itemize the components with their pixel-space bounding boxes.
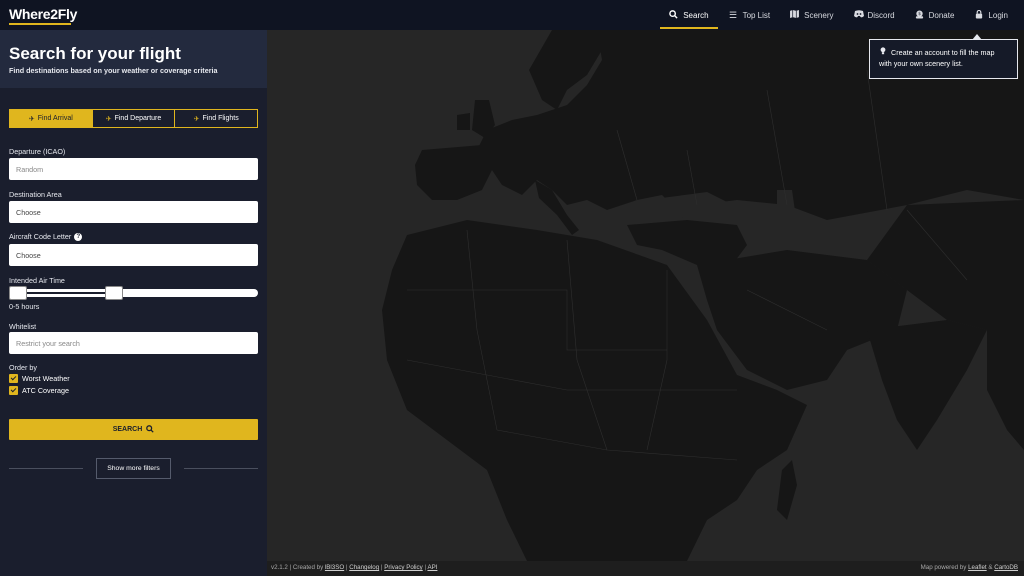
aircraft-select[interactable]: Choose — [9, 244, 258, 266]
nav-discord-label: Discord — [867, 10, 895, 20]
account-tooltip: Create an account to fill the map with y… — [869, 34, 1018, 79]
nav-scenery[interactable]: Scenery — [780, 0, 843, 30]
divider-left — [9, 468, 83, 469]
departure-input[interactable]: Random — [9, 158, 258, 180]
order-worst-weather[interactable]: Worst Weather — [9, 374, 70, 383]
help-icon[interactable]: ? — [74, 233, 83, 242]
aircraft-label-text: Aircraft Code Letter — [9, 232, 72, 241]
plane-arrival-icon: ✈ — [28, 115, 35, 123]
logo[interactable]: Where2Fly — [9, 6, 77, 22]
nav-donate-label: Donate — [928, 10, 955, 20]
tab-find-departure-label: Find Departure — [114, 115, 162, 122]
whitelist-label: Whitelist — [9, 322, 37, 331]
map-canvas[interactable] — [267, 30, 1024, 561]
tooltip-text: Create an account to fill the map with y… — [879, 48, 995, 68]
footer-right: Map powered by Leaflet & CartoDB — [921, 564, 1018, 571]
airtime-slider-min-handle[interactable] — [9, 286, 27, 300]
airtime-slider-max-handle[interactable] — [105, 286, 123, 300]
airtime-label: Intended Air Time — [9, 276, 65, 285]
search-button-label: SEARCH — [112, 426, 143, 433]
version-text: v2.1.2 — [271, 564, 288, 571]
tab-find-arrival[interactable]: ✈ Find Arrival — [10, 110, 93, 127]
world-map[interactable] — [267, 30, 1024, 561]
cartodb-link[interactable]: CartoDB — [994, 564, 1018, 571]
plane-departure-icon: ✈ — [105, 115, 112, 123]
top-navbar: Where2Fly Search ☰ Top List Scenery Disc… — [0, 0, 1024, 30]
search-icon — [146, 424, 154, 435]
nav-login-label: Login — [988, 10, 1008, 20]
donate-icon: $ — [915, 9, 924, 21]
page-subtitle: Find destinations based on your weather … — [9, 66, 218, 75]
powered-by-text: Map powered by — [920, 564, 967, 571]
tab-find-arrival-label: Find Arrival — [37, 115, 73, 122]
tab-find-flights-label: Find Flights — [202, 115, 239, 122]
show-more-filters-button[interactable]: Show more filters — [96, 458, 171, 479]
privacy-policy-link[interactable]: Privacy Policy — [384, 564, 423, 571]
aircraft-label: Aircraft Code Letter? — [9, 232, 83, 242]
api-link[interactable]: API — [427, 564, 437, 571]
footer-left: v2.1.2 | Created by lBl3SO | Changelog |… — [271, 564, 438, 571]
search-mode-tabs: ✈ Find Arrival ✈ Find Departure ✈ Find F… — [9, 109, 258, 128]
map-icon — [790, 10, 800, 20]
nav-top-list-label: Top List — [742, 10, 771, 20]
nav-donate[interactable]: $ Donate — [905, 0, 965, 30]
changelog-link[interactable]: Changelog — [349, 564, 379, 571]
author-link[interactable]: lBl3SO — [325, 564, 344, 571]
nav-discord[interactable]: Discord — [844, 0, 905, 30]
tab-find-departure[interactable]: ✈ Find Departure — [93, 110, 176, 127]
checkbox-worst-weather[interactable] — [9, 374, 18, 383]
svg-text:$: $ — [918, 11, 921, 17]
checkbox-atc-coverage[interactable] — [9, 386, 18, 395]
departure-label: Departure (ICAO) — [9, 147, 66, 156]
flights-icon: ✈ — [193, 115, 200, 123]
list-icon: ☰ — [729, 9, 738, 20]
nav-top-list[interactable]: ☰ Top List — [719, 0, 781, 30]
search-icon — [669, 9, 678, 21]
destination-select[interactable]: Choose — [9, 201, 258, 223]
destination-label: Destination Area — [9, 190, 62, 199]
and-text: & — [988, 564, 993, 571]
divider-right — [184, 468, 258, 469]
order-by-label: Order by — [9, 363, 37, 372]
nav-search-label: Search — [683, 10, 709, 20]
sidebar-header: Search for your flight Find destinations… — [0, 30, 267, 88]
search-button[interactable]: SEARCH — [9, 419, 258, 440]
airtime-slider-range — [18, 292, 106, 294]
nav-scenery-label: Scenery — [804, 10, 834, 20]
airtime-value: 0-5 hours — [9, 302, 40, 311]
page-title: Search for your flight — [9, 44, 181, 63]
created-by-text: | Created by — [289, 564, 324, 571]
worst-weather-label: Worst Weather — [22, 374, 70, 383]
map-footer: v2.1.2 | Created by lBl3SO | Changelog |… — [267, 561, 1024, 576]
nav-search[interactable]: Search — [659, 0, 718, 30]
nav-login[interactable]: Login — [964, 0, 1024, 30]
search-sidebar: Search for your flight Find destinations… — [0, 30, 267, 576]
ireland-land — [457, 113, 470, 130]
atc-coverage-label: ATC Coverage — [22, 386, 70, 395]
order-atc-coverage[interactable]: ATC Coverage — [9, 386, 69, 395]
lock-icon — [974, 9, 983, 21]
leaflet-link[interactable]: Leaflet — [968, 564, 987, 571]
discord-icon — [853, 10, 864, 20]
whitelist-input[interactable]: Restrict your search — [9, 332, 258, 354]
tab-find-flights[interactable]: ✈ Find Flights — [175, 110, 257, 127]
logo-underline — [9, 23, 71, 25]
lightbulb-icon — [879, 47, 889, 57]
main-nav: Search ☰ Top List Scenery Discord $ Dona… — [659, 0, 1024, 30]
